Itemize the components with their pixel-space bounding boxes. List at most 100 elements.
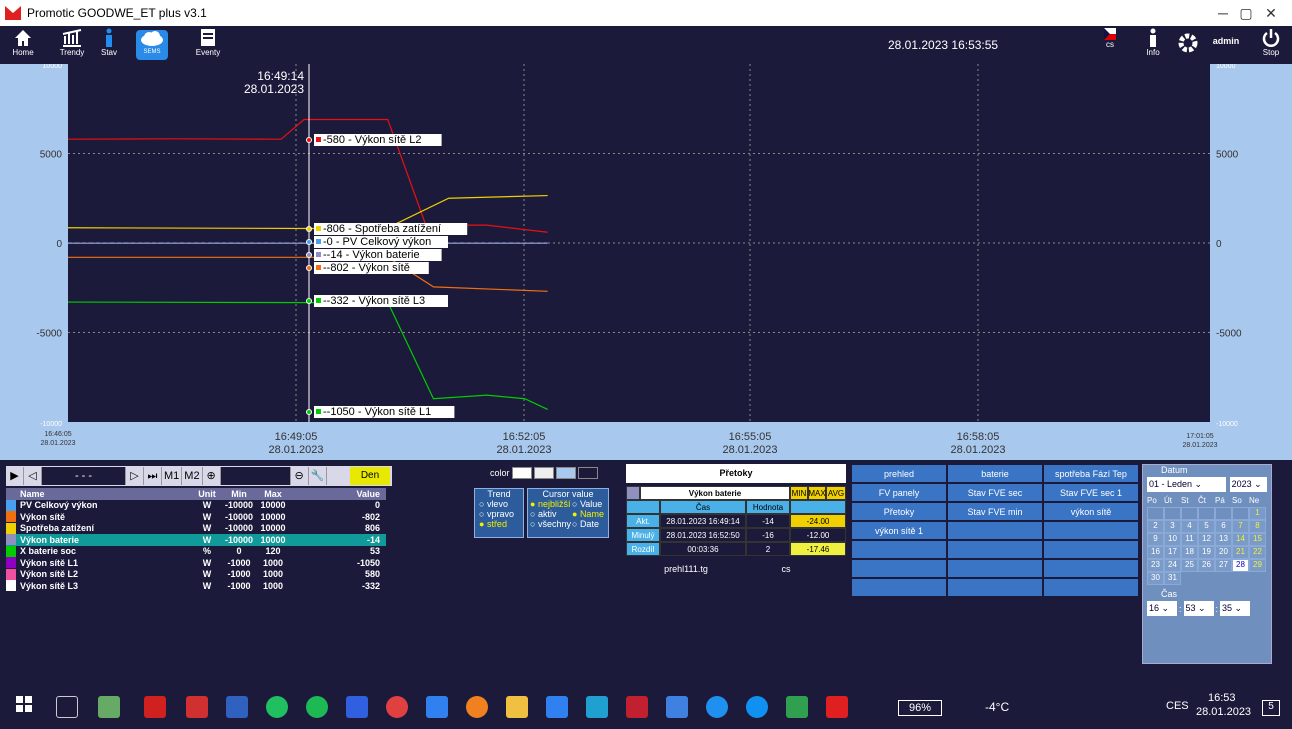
calendar-day[interactable]: 3 (1164, 520, 1181, 533)
calendar-day[interactable]: 20 (1215, 546, 1232, 559)
calendar-day[interactable]: 30 (1147, 572, 1164, 585)
nav-button-výkon-sítě-1[interactable]: výkon sítě 1 (851, 521, 947, 540)
calendar-day[interactable]: 6 (1215, 520, 1232, 533)
stop-button[interactable]: Stop (1260, 28, 1282, 62)
calendar-day[interactable]: 9 (1147, 533, 1164, 546)
nav-button-stav-fve-sec-1[interactable]: Stav FVE sec 1 (1043, 483, 1139, 502)
avg-button[interactable]: AVG (826, 486, 846, 500)
nav-button-baterie[interactable]: baterie (947, 464, 1043, 483)
hour-select[interactable]: 16 ⌄ (1147, 601, 1177, 616)
calculator-icon[interactable] (346, 696, 368, 718)
trend-opt-vpravo[interactable]: ○ vpravo (475, 509, 523, 519)
nav-button-empty[interactable] (1043, 578, 1139, 597)
calendar-day[interactable]: 25 (1181, 559, 1198, 572)
nav-button-empty[interactable] (1043, 521, 1139, 540)
keyboard-lang[interactable]: CES (1166, 700, 1189, 712)
calendar-day[interactable]: 31 (1164, 572, 1181, 585)
play-button[interactable]: ▶ (6, 467, 24, 485)
cursor-opt-name[interactable]: ● Name (572, 509, 604, 519)
nav-button-empty[interactable] (947, 578, 1043, 597)
cursor-opt-vsechny[interactable]: ○ všechny (530, 519, 572, 529)
whatsapp-icon[interactable] (266, 696, 288, 718)
task-view-icon[interactable] (56, 696, 78, 718)
second-select[interactable]: 35 ⌄ (1220, 601, 1251, 616)
calendar-day[interactable]: 4 (1181, 520, 1198, 533)
table-row[interactable]: Výkon sítě L1 W -1000 1000 -1050 (6, 557, 386, 569)
close-button[interactable]: ✕ (1248, 0, 1292, 26)
cursor-opt-aktiv[interactable]: ○ aktiv (530, 509, 572, 519)
step-forward-button[interactable]: ▷ (126, 467, 144, 485)
m1-button[interactable]: M1 (162, 467, 183, 485)
calendar-day[interactable]: 13 (1215, 533, 1232, 546)
calendar-day[interactable]: 24 (1164, 559, 1181, 572)
min-button[interactable]: MIN (790, 486, 808, 500)
calendar-day[interactable]: 18 (1181, 546, 1198, 559)
promotic-icon[interactable] (144, 696, 166, 718)
nav-button-stav-fve-min[interactable]: Stav FVE min (947, 502, 1043, 521)
save-icon[interactable] (226, 696, 248, 718)
den-button[interactable]: Den (350, 467, 390, 485)
calendar-day[interactable]: 28 (1232, 559, 1249, 572)
calendar-day[interactable]: 12 (1198, 533, 1215, 546)
year-select[interactable]: 2023 ⌄ (1229, 477, 1267, 492)
table-row[interactable]: PV Celkový výkon W -10000 10000 0 (6, 499, 386, 511)
battery-indicator[interactable]: 96% (898, 700, 942, 716)
settings-button[interactable] (1176, 32, 1200, 66)
trend-chart[interactable]: 10000 5000 0 -5000 -10000 10000 5000 0 -5000 -10… (0, 63, 1292, 460)
nav-button-empty[interactable] (947, 559, 1043, 578)
calendar-day[interactable]: 7 (1232, 520, 1249, 533)
calendar-day[interactable]: 15 (1249, 533, 1266, 546)
calendar-day[interactable]: 29 (1249, 559, 1266, 572)
table-row[interactable]: Výkon sítě L2 W -1000 1000 580 (6, 568, 386, 580)
store-icon[interactable] (546, 696, 568, 718)
stav-button[interactable]: Stav (96, 28, 122, 62)
nav-button-fv-panely[interactable]: FV panely (851, 483, 947, 502)
explorer-icon[interactable] (98, 696, 120, 718)
end-button[interactable]: ⏭ (144, 467, 162, 485)
info-button[interactable]: Info (1143, 28, 1163, 62)
color-swatch-white[interactable] (511, 467, 532, 479)
m2-button[interactable]: M2 (182, 467, 203, 485)
anydesk-icon[interactable] (186, 696, 208, 718)
nav-button-empty[interactable] (1043, 540, 1139, 559)
l-app-icon[interactable] (586, 696, 608, 718)
taskbar-date[interactable]: 28.01.2023 (1196, 706, 1251, 718)
step-back-button[interactable]: ◁ (24, 467, 42, 485)
nav-button-empty[interactable] (851, 578, 947, 597)
notifications-badge[interactable]: 5 (1262, 700, 1280, 716)
cursor-opt-nejblizsi[interactable]: ● nejbližší (530, 499, 572, 509)
calendar-day[interactable]: 17 (1164, 546, 1181, 559)
nav-button-empty[interactable] (1043, 559, 1139, 578)
color-swatch-light[interactable] (533, 467, 554, 479)
nav-button-spotřeba-fází-tep[interactable]: spotřeba Fází Tep (1043, 464, 1139, 483)
cursor-opt-value[interactable]: ○ Value (572, 499, 604, 509)
wrench-icon[interactable]: 🔧 (309, 467, 328, 485)
table-row[interactable]: Spotřeba zatížení W -10000 10000 806 (6, 522, 386, 534)
chrome-icon[interactable] (386, 696, 408, 718)
max-button[interactable]: MAX (808, 486, 826, 500)
home-button[interactable]: Home (10, 28, 36, 62)
color-swatch-dark[interactable] (577, 467, 598, 479)
nav-button-stav-fve-sec[interactable]: Stav FVE sec (947, 483, 1043, 502)
app-red-icon[interactable] (626, 696, 648, 718)
calendar-day[interactable]: 22 (1249, 546, 1266, 559)
spotify-icon[interactable] (306, 696, 328, 718)
calendar-day[interactable]: 27 (1215, 559, 1232, 572)
month-select[interactable]: 01 - Leden ⌄ (1147, 477, 1226, 492)
nav-button-empty[interactable] (947, 540, 1043, 559)
nav-button-empty[interactable] (851, 559, 947, 578)
zoom-out-button[interactable]: ⊖ (291, 467, 309, 485)
calendar-day[interactable]: 2 (1147, 520, 1164, 533)
trend-chart-svg[interactable]: 10000 5000 0 -5000 -10000 10000 5000 0 -5000 -10… (0, 63, 1292, 460)
calendar-day[interactable]: 5 (1198, 520, 1215, 533)
nav-button-přetoky[interactable]: Přetoky (851, 502, 947, 521)
mail-icon[interactable] (426, 696, 448, 718)
trend-opt-vlevo[interactable]: ○ vlevo (475, 499, 523, 509)
calendar-day[interactable]: 11 (1181, 533, 1198, 546)
table-row[interactable]: Výkon sítě L3 W -1000 1000 -332 (6, 580, 386, 592)
zoom-in-button[interactable]: ⊕ (203, 467, 221, 485)
calendar-day[interactable]: 14 (1232, 533, 1249, 546)
nav-button-empty[interactable] (947, 521, 1043, 540)
weather-temp[interactable]: -4°C (985, 700, 1009, 714)
trend-opt-stred[interactable]: ● střed (475, 519, 523, 529)
